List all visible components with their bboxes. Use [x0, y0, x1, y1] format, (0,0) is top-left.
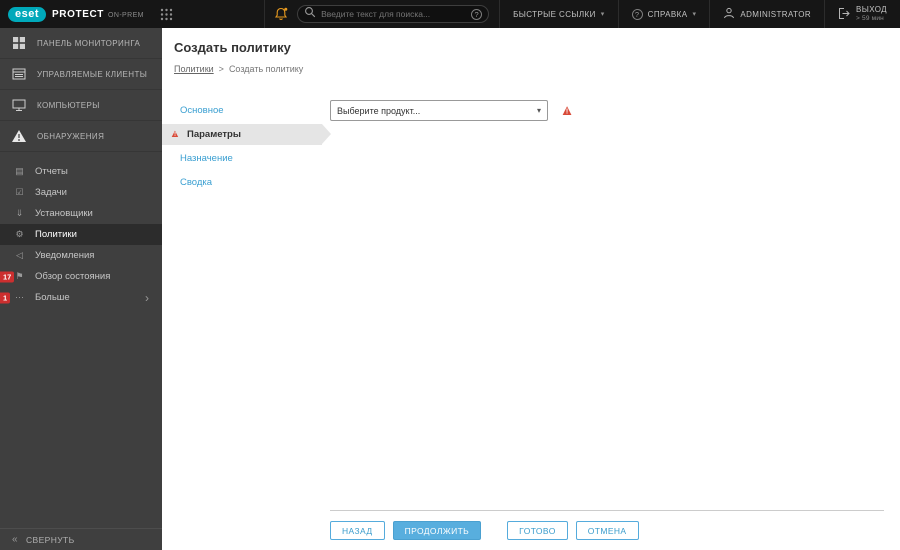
sidebar-item-label: Установщики: [35, 208, 93, 219]
page-title: Создать политику: [174, 40, 291, 55]
finish-button[interactable]: ГОТОВО: [507, 521, 568, 540]
sidebar-item-dashboard[interactable]: ПАНЕЛЬ МОНИТОРИНГА: [0, 28, 162, 59]
validation-warning-icon: ▲ !: [559, 102, 575, 119]
quick-links-label: БЫСТРЫЕ ССЫЛКИ: [513, 9, 596, 19]
help-menu[interactable]: ? СПРАВКА ▾: [617, 0, 710, 28]
sidebar-item-managed-clients[interactable]: УПРАВЛЯЕМЫЕ КЛИЕНТЫ: [0, 59, 162, 90]
session-timer: > 59 мин: [856, 14, 884, 22]
sidebar-item-label: Уведомления: [35, 250, 95, 261]
search-help-icon[interactable]: ?: [471, 8, 483, 20]
main-content: Создать политику Политики > Создать поли…: [162, 28, 900, 550]
wizard-footer: НАЗАД ПРОДОЛЖИТЬ ГОТОВО ОТМЕНА: [330, 510, 884, 542]
chevron-down-icon: ▾: [692, 11, 697, 18]
step-label: Сводка: [180, 177, 213, 188]
more-ellipsis-icon: ⋯: [15, 292, 24, 302]
notifications-icon: ◁: [16, 250, 23, 260]
breadcrumb: Политики > Создать политику: [174, 64, 900, 74]
sidebar-item-notifications[interactable]: ◁ Уведомления: [0, 245, 162, 266]
sidebar-item-label: ОБНАРУЖЕНИЯ: [37, 131, 105, 141]
footer-divider: [330, 510, 884, 511]
breadcrumb-policies-link[interactable]: Политики: [174, 64, 214, 74]
dashboard-icon: [11, 36, 27, 50]
breadcrumb-current: Создать политику: [228, 64, 304, 74]
managed-clients-icon: [11, 67, 27, 81]
logout-label: ВЫХОД: [856, 4, 887, 14]
sidebar-item-reports[interactable]: ▤ Отчеты: [0, 161, 162, 182]
help-icon: ?: [631, 8, 643, 20]
topbar-right: ? БЫСТРЫЕ ССЫЛКИ ▾ ? СПРАВКА ▾ ADMINISTR…: [264, 0, 900, 28]
logout-button[interactable]: ВЫХОД > 59 мин: [824, 0, 900, 28]
reports-icon: ▤: [15, 166, 24, 176]
search-input[interactable]: [321, 9, 467, 19]
quick-links-menu[interactable]: БЫСТРЫЕ ССЫЛКИ ▾: [499, 0, 618, 28]
sidebar-primary-nav: ПАНЕЛЬ МОНИТОРИНГА УПРАВЛЯЕМЫЕ КЛИЕНТЫ К…: [0, 28, 162, 152]
cancel-button[interactable]: ОТМЕНА: [575, 521, 639, 540]
sidebar-item-detections[interactable]: ОБНАРУЖЕНИЯ: [0, 121, 162, 152]
installers-icon: ⇓: [15, 208, 24, 218]
sidebar-item-label: Отчеты: [35, 166, 68, 177]
help-label: СПРАВКА: [647, 9, 688, 19]
sidebar-item-label: Обзор состояния: [35, 271, 111, 282]
wizard-content: Выберите продукт... ▾ ▲ ! НАЗАД ПРОДОЛЖИ…: [322, 86, 900, 550]
breadcrumb-separator: >: [218, 64, 224, 74]
wizard-step-summary[interactable]: Сводка: [162, 172, 322, 193]
eset-logo: eset: [8, 6, 47, 22]
global-search: ?: [297, 5, 490, 23]
status-overview-icon: ⚑: [15, 271, 24, 281]
sidebar-item-status-overview[interactable]: 17 ⚑ Обзор состояния: [0, 266, 162, 287]
chevron-right-icon: ›: [145, 290, 149, 305]
sidebar-item-label: Задачи: [35, 187, 67, 198]
policy-wizard: Основное ▲ ! Параметры Назначение Сводка…: [162, 86, 900, 550]
product-suffix: ON-PREM: [108, 11, 144, 19]
step-label: Основное: [180, 105, 224, 116]
user-label: ADMINISTRATOR: [740, 9, 812, 19]
product-select-value: Выберите продукт...: [337, 105, 421, 116]
product-select-row: Выберите продукт... ▾ ▲ !: [330, 100, 884, 121]
sidebar-item-tasks[interactable]: ☑ Задачи: [0, 182, 162, 203]
sidebar-item-more[interactable]: 1 ⋯ Больше ›: [0, 287, 162, 308]
apps-grid-icon[interactable]: [160, 8, 173, 21]
topbar: eset PROTECT ON-PREM ? БЫСТРЫЕ ССЫЛКИ ▾ …: [0, 0, 900, 28]
step-label: Назначение: [180, 153, 233, 164]
tasks-icon: ☑: [15, 187, 24, 197]
page-header: Создать политику Политики > Создать поли…: [162, 28, 900, 86]
logout-icon: [838, 7, 851, 22]
product-select[interactable]: Выберите продукт... ▾: [330, 100, 548, 121]
brand: eset PROTECT ON-PREM: [8, 6, 144, 22]
product-name: PROTECT: [52, 8, 105, 20]
collapse-icon: «: [12, 534, 18, 545]
wizard-step-basic[interactable]: Основное: [162, 100, 322, 121]
sidebar: ПАНЕЛЬ МОНИТОРИНГА УПРАВЛЯЕМЫЕ КЛИЕНТЫ К…: [0, 28, 162, 550]
wizard-step-settings[interactable]: ▲ ! Параметры: [162, 124, 331, 145]
user-menu[interactable]: ADMINISTRATOR: [709, 0, 824, 28]
sidebar-item-computers[interactable]: КОМПЬЮТЕРЫ: [0, 90, 162, 121]
computers-icon: [11, 98, 27, 112]
more-badge: 1: [0, 292, 11, 303]
sidebar-secondary-nav: ▤ Отчеты ☑ Задачи ⇓ Установщики ⚙ Полити…: [0, 152, 162, 308]
sidebar-item-label: КОМПЬЮТЕРЫ: [37, 100, 100, 110]
step-warning-icon: ▲ !: [169, 128, 181, 140]
wizard-steps: Основное ▲ ! Параметры Назначение Сводка: [162, 86, 331, 550]
wizard-buttons: НАЗАД ПРОДОЛЖИТЬ ГОТОВО ОТМЕНА: [330, 521, 884, 542]
collapse-label: СВЕРНУТЬ: [25, 534, 75, 545]
status-overview-badge: 17: [0, 271, 15, 282]
notifications-bell-icon[interactable]: [264, 0, 297, 28]
policies-icon: ⚙: [15, 229, 24, 239]
detections-warning-icon: [11, 129, 27, 143]
sidebar-item-label: Политики: [35, 229, 77, 240]
chevron-down-icon: ▾: [600, 11, 605, 18]
continue-button[interactable]: ПРОДОЛЖИТЬ: [392, 521, 482, 540]
wizard-step-assign[interactable]: Назначение: [162, 148, 322, 169]
step-label: Параметры: [187, 129, 241, 140]
sidebar-collapse-button[interactable]: « СВЕРНУТЬ: [0, 528, 162, 550]
sidebar-item-label: Больше: [35, 292, 70, 303]
back-button[interactable]: НАЗАД: [330, 521, 385, 540]
sidebar-item-installers[interactable]: ⇓ Установщики: [0, 203, 162, 224]
sidebar-item-label: ПАНЕЛЬ МОНИТОРИНГА: [37, 38, 141, 48]
user-icon: [723, 7, 735, 21]
sidebar-item-label: УПРАВЛЯЕМЫЕ КЛИЕНТЫ: [37, 69, 148, 79]
search-icon: [304, 5, 316, 23]
chevron-down-icon: ▾: [536, 106, 541, 115]
sidebar-item-policies[interactable]: ⚙ Политики: [0, 224, 162, 245]
